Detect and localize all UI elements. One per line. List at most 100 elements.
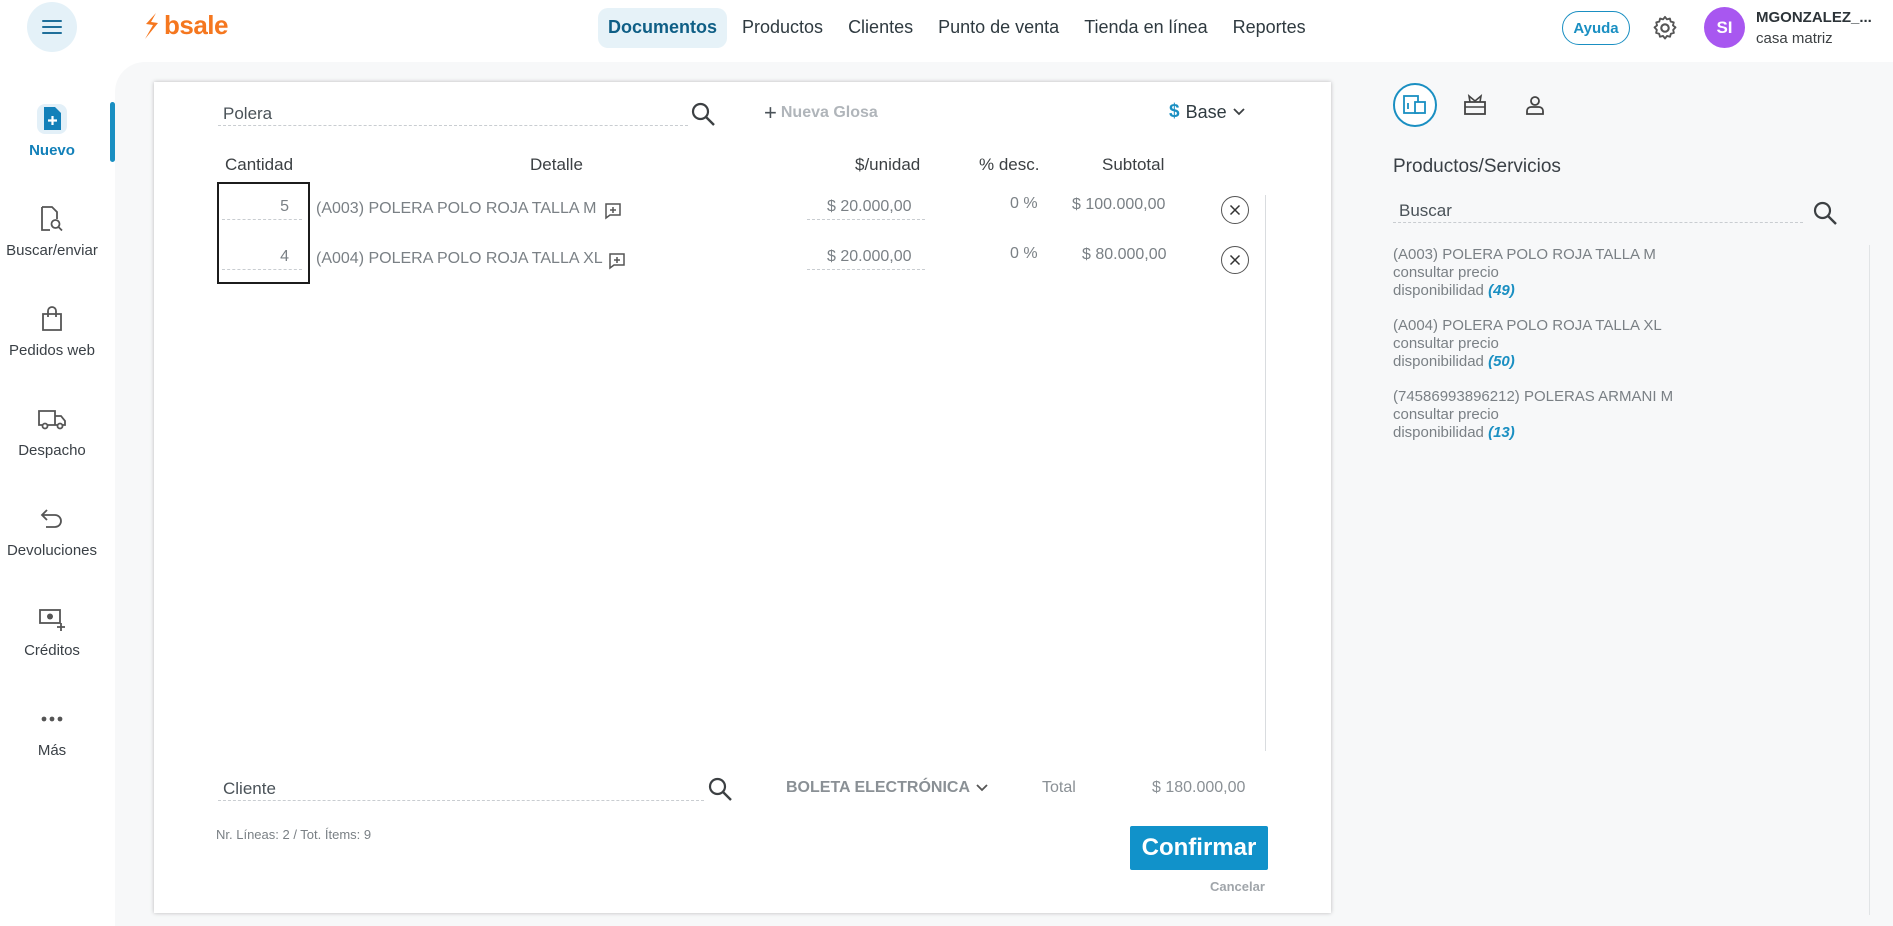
tab-client[interactable]	[1513, 83, 1557, 127]
line-discount[interactable]: 0 %	[1010, 195, 1038, 213]
line-qty-input[interactable]: 5	[229, 198, 289, 216]
new-document-icon	[37, 104, 67, 134]
bsale-logo-icon	[145, 12, 158, 39]
gift-icon	[1464, 94, 1486, 115]
sidebar-item-label: Más	[37, 742, 67, 759]
close-icon	[1229, 254, 1241, 266]
column-header-subtotal: Subtotal	[1102, 155, 1165, 174]
line-detail: (A004) POLERA POLO ROJA TALLA XL	[316, 250, 603, 267]
sidebar-item-creditos[interactable]: Créditos	[0, 604, 104, 659]
product-availability: (50)	[1488, 353, 1515, 370]
chevron-down-icon	[976, 784, 988, 792]
sidebar-item-pedidos-web[interactable]: Pedidos web	[0, 304, 104, 359]
nav-reportes[interactable]: Reportes	[1223, 8, 1316, 48]
sidebar-item-buscar-enviar[interactable]: Buscar/enviar	[0, 204, 104, 259]
menu-button[interactable]	[27, 2, 77, 52]
shopping-bag-icon	[37, 304, 67, 334]
product-search-underline	[218, 125, 688, 126]
nav-tienda-en-linea[interactable]: Tienda en línea	[1074, 8, 1217, 48]
product-name: (A003) POLERA POLO ROJA TALLA M	[1393, 246, 1656, 263]
line-discount[interactable]: 0 %	[1010, 245, 1038, 263]
product-availability: (13)	[1488, 424, 1515, 441]
truck-icon	[37, 404, 67, 434]
nav-punto-de-venta[interactable]: Punto de venta	[928, 8, 1069, 48]
new-gloss-label: Nueva Glosa	[780, 104, 878, 121]
line-qty-underline	[222, 269, 302, 270]
search-document-icon	[37, 204, 67, 234]
remove-line-button[interactable]	[1221, 196, 1249, 224]
line-qty-input[interactable]: 4	[229, 248, 289, 266]
column-header-unit-price: $/unidad	[855, 155, 921, 174]
cancel-button[interactable]: Cancelar	[1210, 879, 1265, 894]
column-header-qty: Cantidad	[225, 155, 294, 174]
product-price: consultar precio	[1393, 264, 1499, 281]
product-search-input[interactable]: Polera	[223, 104, 272, 124]
product-list-item[interactable]: (A003) POLERA POLO ROJA TALLA M consulta…	[1393, 246, 1656, 300]
avatar[interactable]: SI	[1704, 7, 1745, 48]
product-name: (A004) POLERA POLO ROJA TALLA XL	[1393, 317, 1662, 334]
help-button[interactable]: Ayuda	[1562, 11, 1630, 45]
plus-icon: +	[764, 100, 777, 125]
menu-icon-bar	[42, 26, 62, 28]
user-branch: casa matriz	[1756, 30, 1833, 47]
sidebar-item-mas[interactable]: Más	[0, 704, 104, 759]
confirm-button[interactable]: Confirmar	[1130, 826, 1268, 870]
document-type-select[interactable]: BOLETA ELECTRÓNICA	[786, 779, 988, 797]
products-search-input[interactable]: Buscar	[1399, 201, 1452, 221]
add-comment-icon[interactable]	[608, 252, 626, 270]
price-list-select[interactable]: $ Base	[1169, 101, 1245, 123]
price-list-label: Base	[1185, 101, 1227, 122]
add-comment-icon[interactable]	[604, 202, 622, 220]
column-header-detail: Detalle	[530, 155, 583, 174]
money-plus-icon	[37, 604, 67, 634]
sidebar-item-nuevo[interactable]: Nuevo	[0, 104, 104, 159]
sidebar: Nuevo Buscar/enviar Pedidos web Despacho…	[0, 56, 115, 926]
remove-line-button[interactable]	[1221, 246, 1249, 274]
sidebar-item-devoluciones[interactable]: Devoluciones	[0, 504, 104, 559]
product-availability-label: disponibilidad	[1393, 282, 1484, 299]
line-qty-underline	[222, 219, 302, 220]
bsale-logo[interactable]: bsale	[142, 10, 229, 41]
new-gloss-button[interactable]: + Nueva Glosa	[764, 100, 878, 125]
sidebar-item-label: Devoluciones	[6, 542, 98, 559]
main-nav: Documentos Productos Clientes Punto de v…	[598, 8, 1321, 48]
product-availability: (49)	[1488, 282, 1515, 299]
search-icon[interactable]	[707, 776, 733, 802]
search-icon[interactable]	[1812, 200, 1838, 226]
sidebar-item-label: Pedidos web	[9, 342, 95, 359]
nav-documentos[interactable]: Documentos	[598, 8, 728, 48]
search-icon[interactable]	[690, 101, 716, 127]
product-list-item[interactable]: (74586993896212) POLERAS ARMANI M consul…	[1393, 388, 1673, 442]
document-type-label: BOLETA ELECTRÓNICA	[786, 779, 970, 796]
product-availability-label: disponibilidad	[1393, 353, 1484, 370]
line-unit-price-input[interactable]: $ 20.000,00	[827, 198, 912, 216]
sidebar-item-despacho[interactable]: Despacho	[0, 404, 104, 459]
nav-productos[interactable]: Productos	[732, 8, 833, 48]
products-search-underline	[1393, 222, 1803, 223]
lines-summary: Nr. Líneas: 2 / Tot. Ítems: 9	[216, 827, 372, 842]
user-icon	[1526, 96, 1544, 115]
line-unit-price-input[interactable]: $ 20.000,00	[827, 248, 912, 266]
client-search-underline	[218, 800, 704, 801]
tab-gift[interactable]	[1453, 83, 1497, 127]
sidebar-item-label: Nuevo	[29, 142, 75, 159]
product-list-item[interactable]: (A004) POLERA POLO ROJA TALLA XL consult…	[1393, 317, 1662, 371]
sidebar-item-label: Créditos	[24, 642, 80, 659]
product-price: consultar precio	[1393, 406, 1499, 423]
brand-name: bsale	[164, 10, 229, 40]
top-bar: bsale Documentos Productos Clientes Punt…	[0, 0, 1893, 56]
return-icon	[37, 504, 67, 534]
line-detail: (A003) POLERA POLO ROJA TALLA M	[316, 200, 597, 217]
total-label: Total	[1042, 779, 1076, 796]
gear-icon[interactable]	[1651, 14, 1679, 42]
tab-products[interactable]	[1393, 83, 1437, 127]
line-subtotal: $ 100.000,00	[1072, 196, 1166, 213]
menu-icon-bar	[42, 32, 62, 34]
product-price: consultar precio	[1393, 335, 1499, 352]
client-search-input[interactable]: Cliente	[223, 779, 276, 799]
line-price-underline	[807, 269, 925, 270]
line-price-underline	[807, 219, 925, 220]
user-name[interactable]: MGONZALEZ_...	[1756, 9, 1872, 26]
nav-clientes[interactable]: Clientes	[838, 8, 923, 48]
total-value: $ 180.000,00	[1152, 779, 1246, 796]
